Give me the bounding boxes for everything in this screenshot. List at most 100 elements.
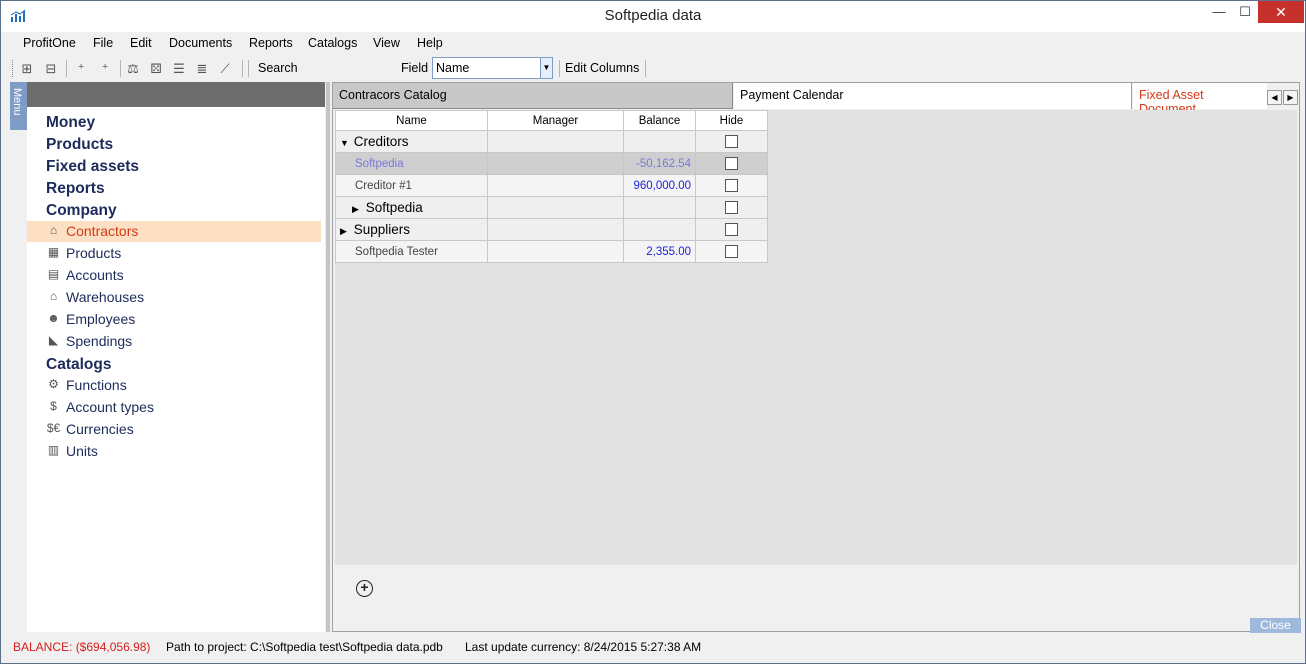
nav-section-products[interactable]: Products xyxy=(46,136,113,154)
grid-cell-manager[interactable] xyxy=(487,130,624,153)
hide-checkbox[interactable] xyxy=(725,223,738,236)
menu-view[interactable]: View xyxy=(373,36,400,50)
nav-item-label: Warehouses xyxy=(66,289,145,305)
grid-cell-hide[interactable] xyxy=(695,218,768,241)
menu-edit[interactable]: Edit xyxy=(130,36,152,50)
status-bar: BALANCE: ($694,056.98) Path to project: … xyxy=(10,637,1300,657)
tab-payment-calendar[interactable]: Payment Calendar xyxy=(734,83,1132,109)
menu-reports[interactable]: Reports xyxy=(249,36,293,50)
collapsed-triangle-icon[interactable]: ▶ xyxy=(352,204,362,215)
table-row[interactable]: ▶ Softpedia xyxy=(335,196,768,219)
grid-cell-balance[interactable]: -50,162.54 xyxy=(623,152,696,175)
grid-cell-manager[interactable] xyxy=(487,196,624,219)
grid-cell-manager[interactable] xyxy=(487,218,624,241)
chevron-down-icon[interactable]: ▼ xyxy=(540,58,552,78)
grid-cell-manager[interactable] xyxy=(487,152,624,175)
nav-item-contractors[interactable]: ⌂ Contractors xyxy=(27,221,321,242)
column-header-name[interactable]: Name xyxy=(335,110,488,131)
field-label: Field xyxy=(401,61,429,75)
nav-item-products[interactable]: ▦ Products xyxy=(27,243,321,264)
edit-columns-button[interactable]: Edit Columns xyxy=(565,61,639,75)
grid-cell-balance[interactable] xyxy=(623,218,696,241)
panel-splitter[interactable] xyxy=(326,82,330,632)
balance-scale-icon[interactable]: ⚖ xyxy=(124,60,142,77)
toolbar-grip[interactable] xyxy=(12,60,15,77)
tab-scroll-left-icon[interactable]: ◀ xyxy=(1267,90,1282,105)
nav-item-warehouses[interactable]: ⌂ Warehouses xyxy=(27,287,321,308)
nav-item-functions[interactable]: ⚙ Functions xyxy=(27,375,321,396)
collapsed-triangle-icon[interactable]: ▶ xyxy=(340,226,350,237)
nav-item-units[interactable]: ▥ Units xyxy=(27,441,321,462)
grid-cell-balance[interactable] xyxy=(623,196,696,219)
column-header-manager[interactable]: Manager xyxy=(487,110,624,131)
grid-cell-name[interactable]: ▼ Creditors xyxy=(335,130,488,153)
add-item-icon[interactable]: ⁺ xyxy=(72,60,90,77)
nav-item-currencies[interactable]: $€ Currencies xyxy=(27,419,321,440)
hide-checkbox[interactable] xyxy=(725,245,738,258)
field-select[interactable]: Name ▼ xyxy=(432,57,553,79)
grid-cell-hide[interactable] xyxy=(695,196,768,219)
menu-help[interactable]: Help xyxy=(417,36,443,50)
navigation-header xyxy=(27,82,325,107)
nav-item-employees[interactable]: ☻ Employees xyxy=(27,309,321,330)
table-row[interactable]: Softpedia Tester 2,355.00 xyxy=(335,240,768,263)
sort-list-icon[interactable]: ≣ xyxy=(193,60,211,77)
expanded-triangle-icon[interactable]: ▼ xyxy=(340,138,350,148)
table-row[interactable]: ▶ Suppliers xyxy=(335,218,768,241)
hide-checkbox[interactable] xyxy=(725,179,738,192)
maximize-button[interactable]: ☐ xyxy=(1232,1,1258,23)
grid-cell-manager[interactable] xyxy=(487,240,624,263)
dice-icon[interactable]: ⚄ xyxy=(147,60,165,77)
grid-cell-hide[interactable] xyxy=(695,152,768,175)
tab-scroll-right-icon[interactable]: ▶ xyxy=(1283,90,1298,105)
line-chart-icon[interactable]: ⟋ xyxy=(216,60,234,77)
table-row[interactable]: ▼ Creditors xyxy=(335,130,768,153)
grid-cell-name[interactable]: ▶ Softpedia xyxy=(335,196,488,219)
menu-profitone[interactable]: ProfitOne xyxy=(23,36,76,50)
grid-cell-name[interactable]: Creditor #1 xyxy=(335,174,488,197)
nav-item-accounts[interactable]: ▤ Accounts xyxy=(27,265,321,286)
nav-section-catalogs[interactable]: Catalogs xyxy=(46,356,111,374)
close-panel-button[interactable]: Close xyxy=(1250,618,1301,633)
nav-section-company[interactable]: Company xyxy=(46,202,117,220)
nav-section-money[interactable]: Money xyxy=(46,114,95,132)
column-header-hide[interactable]: Hide xyxy=(695,110,768,131)
menu-side-tab[interactable]: Menu xyxy=(10,82,27,130)
column-header-balance[interactable]: Balance xyxy=(623,110,696,131)
search-button[interactable]: Search xyxy=(258,61,298,75)
grid-cell-hide[interactable] xyxy=(695,130,768,153)
menu-documents[interactable]: Documents xyxy=(169,36,232,50)
nav-section-fixed-assets[interactable]: Fixed assets xyxy=(46,158,139,176)
grid-cell-hide[interactable] xyxy=(695,174,768,197)
nav-item-account-types[interactable]: $ Account types xyxy=(27,397,321,418)
grid-cell-name[interactable]: Softpedia xyxy=(335,152,488,175)
grid-cell-balance[interactable]: 960,000.00 xyxy=(623,174,696,197)
add-subitem-icon[interactable]: ⁺ xyxy=(96,60,114,77)
add-circle-icon[interactable]: + xyxy=(356,580,373,597)
nav-item-spendings[interactable]: ◣ Spendings xyxy=(27,331,321,352)
hide-checkbox[interactable] xyxy=(725,135,738,148)
grid-cell-hide[interactable] xyxy=(695,240,768,263)
grid-cell-balance[interactable]: 2,355.00 xyxy=(623,240,696,263)
menu-file[interactable]: File xyxy=(93,36,113,50)
add-folder-icon[interactable]: ⊞ xyxy=(18,60,36,77)
grid-cell-balance[interactable] xyxy=(623,130,696,153)
minimize-button[interactable]: — xyxy=(1206,1,1232,23)
nav-item-label: Currencies xyxy=(66,421,134,437)
remove-folder-icon[interactable]: ⊟ xyxy=(42,60,60,77)
hide-checkbox[interactable] xyxy=(725,157,738,170)
toolbar-separator xyxy=(120,60,121,77)
hide-checkbox[interactable] xyxy=(725,201,738,214)
close-window-button[interactable]: ✕ xyxy=(1258,1,1304,23)
grid-cell-name[interactable]: ▶ Suppliers xyxy=(335,218,488,241)
grid-cell-manager[interactable] xyxy=(487,174,624,197)
toolbar-separator xyxy=(66,60,67,77)
tab-contractors-catalog[interactable]: Contracors Catalog xyxy=(333,83,733,109)
grid-cell-name[interactable]: Softpedia Tester xyxy=(335,240,488,263)
menu-catalogs[interactable]: Catalogs xyxy=(308,36,357,50)
nav-section-reports[interactable]: Reports xyxy=(46,180,105,198)
table-row[interactable]: Softpedia -50,162.54 xyxy=(335,152,768,175)
tab-fixed-asset-document[interactable]: Fixed Asset Document xyxy=(1133,83,1267,116)
list-icon[interactable]: ☰ xyxy=(170,60,188,77)
table-row[interactable]: Creditor #1 960,000.00 xyxy=(335,174,768,197)
